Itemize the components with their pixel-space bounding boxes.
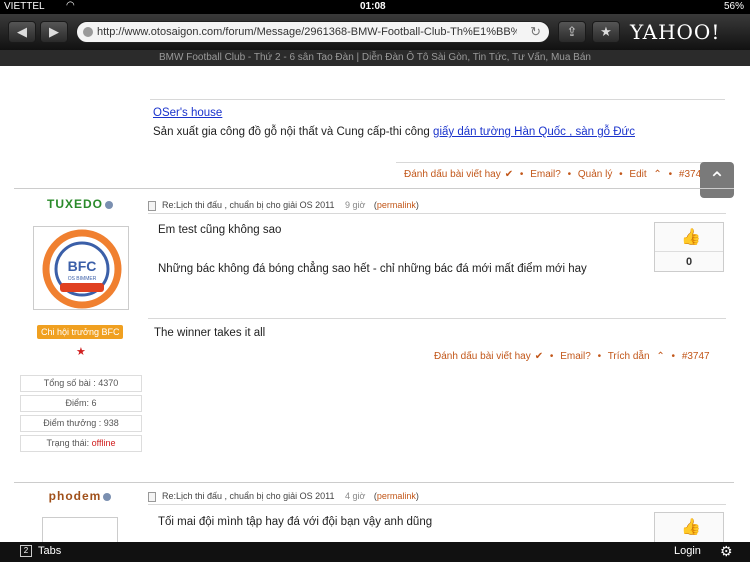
thumbs-up-icon[interactable]: 👍 xyxy=(681,227,701,247)
bfc-logo-icon: BFC OS BIMMER xyxy=(42,229,122,309)
bottom-bar: 2 Tabs Login ⚙ xyxy=(0,542,750,562)
chevron-up-icon: ⌃ xyxy=(653,169,662,180)
reload-icon[interactable]: ↻ xyxy=(530,24,541,40)
like-count: 0 xyxy=(655,251,723,268)
browser-toolbar: ◀ ▶ http://www.otosaigon.com/forum/Messa… xyxy=(0,14,750,50)
wifi-icon: ◠ xyxy=(66,0,75,11)
email-link[interactable]: Email? xyxy=(560,351,591,362)
divider xyxy=(150,99,725,100)
divider xyxy=(148,318,726,319)
user-status-icon xyxy=(103,492,112,501)
like-box: 👍 xyxy=(654,512,724,542)
check-icon: ✔ xyxy=(504,169,514,180)
tabs-button[interactable]: 2 Tabs xyxy=(20,545,62,558)
divider xyxy=(148,504,726,505)
username-text: phodem xyxy=(48,489,102,503)
mark-good-post-link[interactable]: Đánh dấu bài viết hay xyxy=(434,351,531,362)
post-header: Re:Lịch thi đấu , chuẩn bị cho giải OS 2… xyxy=(148,200,419,211)
post-subject: Re:Lịch thi đấu , chuẩn bị cho giải OS 2… xyxy=(162,491,335,501)
stat-points: Điểm: 6 xyxy=(20,395,142,412)
url-text: http://www.otosaigon.com/forum/Message/2… xyxy=(97,26,517,38)
signature-plain-text: Sản xuất gia công đồ gỗ nội thất và Cung… xyxy=(153,126,430,138)
mark-good-post-link[interactable]: Đánh dấu bài viết hay xyxy=(404,169,501,180)
manage-link[interactable]: Quản lý xyxy=(578,169,612,180)
post-actions: Đánh dấu bài viết hay ✔ • Email? • Trích … xyxy=(434,351,714,362)
page-content: OSer's house Sản xuất gia công đồ gỗ nội… xyxy=(0,66,750,542)
post-number[interactable]: #3747 xyxy=(682,351,710,362)
like-box: 👍 0 xyxy=(654,222,724,272)
signature-text: Sản xuất gia công đồ gỗ nội thất và Cung… xyxy=(153,126,635,138)
user-signature: The winner takes it all xyxy=(154,327,266,339)
stat-status: Trạng thái: offline xyxy=(20,435,142,452)
carrier-label: VIETTEL xyxy=(4,1,45,12)
status-bar: VIETTEL ◠ 01:08 56% xyxy=(0,0,750,14)
separator: • xyxy=(549,351,554,362)
status-label: Trạng thái: xyxy=(46,438,90,448)
back-button[interactable]: ◀ xyxy=(8,21,36,43)
svg-text:BFC: BFC xyxy=(68,258,97,274)
clock: 01:08 xyxy=(360,1,386,12)
battery-label: 56% xyxy=(723,1,744,12)
yahoo-search-logo[interactable]: YAHOO! xyxy=(630,20,720,44)
user-status-icon xyxy=(105,200,113,209)
separator: • xyxy=(519,169,524,180)
separator: • xyxy=(671,351,676,362)
document-icon xyxy=(148,200,156,211)
share-button[interactable]: ⇪ xyxy=(558,21,586,43)
divider xyxy=(396,162,726,163)
permalink-link[interactable]: permalink xyxy=(377,491,416,501)
address-bar[interactable]: http://www.otosaigon.com/forum/Message/2… xyxy=(76,21,550,43)
tabs-icon: 2 xyxy=(20,545,32,558)
post-text-line: Tối mai đội mình tập hay đá với đội bạn … xyxy=(158,516,433,528)
forward-button[interactable]: ▶ xyxy=(40,21,68,43)
document-icon xyxy=(148,491,156,502)
separator: • xyxy=(567,169,572,180)
avatar[interactable]: BFC OS BIMMER xyxy=(33,226,129,310)
post-actions: Đánh dấu bài viết hay ✔ • Email? • Quản l… xyxy=(404,169,711,180)
stat-posts: Tổng số bài : 4370 xyxy=(20,375,142,392)
username-text: TUXEDO xyxy=(46,197,103,211)
email-link[interactable]: Email? xyxy=(530,169,561,180)
user-info: TUXEDO xyxy=(14,197,146,211)
signature-link[interactable]: OSer's house xyxy=(153,107,222,119)
username[interactable]: TUXEDO xyxy=(14,197,146,211)
avatar[interactable] xyxy=(42,517,118,542)
signature-product-link[interactable]: giấy dán tường Hàn Quốc , sàn gỗ Đức xyxy=(433,126,635,138)
separator: • xyxy=(619,169,623,180)
post-time: 9 giờ xyxy=(344,200,366,210)
scroll-to-top-button[interactable]: ⌃ xyxy=(700,162,734,198)
login-button[interactable]: Login xyxy=(674,545,701,557)
tabs-label: Tabs xyxy=(38,545,62,557)
edit-link[interactable]: Edit xyxy=(629,169,646,180)
user-rank-badge: Chi hội trưởng BFC xyxy=(37,325,124,339)
post-separator xyxy=(14,482,734,483)
post-subject: Re:Lịch thi đấu , chuẩn bị cho giải OS 2… xyxy=(162,200,335,210)
permalink-link[interactable]: permalink xyxy=(377,200,416,210)
bookmark-button[interactable]: ★ xyxy=(592,21,620,43)
site-icon xyxy=(83,27,93,37)
chevron-up-icon: ⌃ xyxy=(656,351,665,362)
check-icon: ✔ xyxy=(534,351,544,362)
rank-star-icon: ★ xyxy=(76,346,86,358)
post-text-line: Em test cũng không sao xyxy=(158,224,282,236)
post-text-line: Những bác không đá bóng chẳng sao hết - … xyxy=(158,263,587,275)
post-separator xyxy=(14,188,734,189)
user-info: phodem xyxy=(14,489,146,503)
quote-link[interactable]: Trích dẫn xyxy=(608,351,650,362)
divider xyxy=(148,213,726,214)
gear-icon[interactable]: ⚙ xyxy=(720,543,733,560)
status-value: offline xyxy=(91,438,116,448)
thumbs-up-icon[interactable]: 👍 xyxy=(681,517,701,537)
stat-bonus: Điểm thưởng : 938 xyxy=(20,415,142,432)
svg-text:OS BIMMER: OS BIMMER xyxy=(68,276,97,282)
username[interactable]: phodem xyxy=(14,489,146,503)
separator: • xyxy=(597,351,602,362)
page-title: BMW Football Club - Thứ 2 - 6 sân Tao Đà… xyxy=(0,50,750,66)
post-time: 4 giờ xyxy=(344,491,366,501)
post-header: Re:Lịch thi đấu , chuẩn bị cho giải OS 2… xyxy=(148,491,419,502)
separator: • xyxy=(668,169,673,180)
